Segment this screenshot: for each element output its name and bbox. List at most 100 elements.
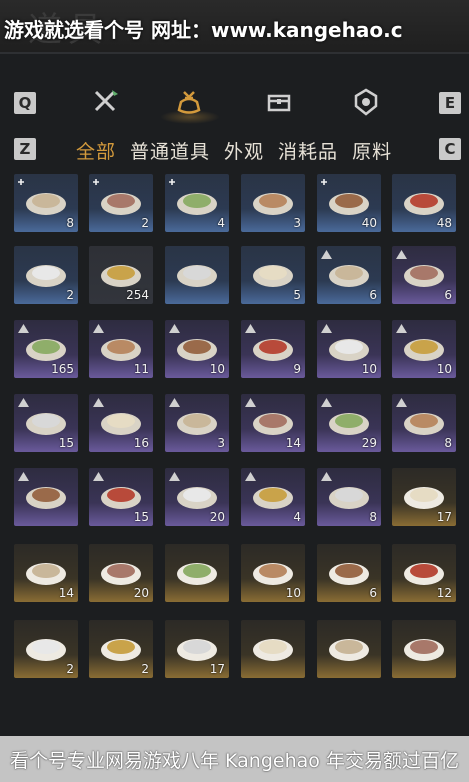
inventory-slot[interactable] xyxy=(165,246,229,304)
bamboo-scroll-icon xyxy=(177,639,217,661)
item-count: 4 xyxy=(293,510,301,524)
inventory-slot[interactable]: 8 xyxy=(392,394,456,452)
key-hint-c[interactable]: C xyxy=(439,138,461,160)
upgrade-arrow-icon xyxy=(18,472,29,481)
item-count: 3 xyxy=(293,216,301,230)
upgrade-arrow-icon xyxy=(245,324,256,333)
item-count: 20 xyxy=(133,586,149,600)
old-letter-icon xyxy=(329,639,369,661)
item-count: 16 xyxy=(133,436,149,450)
inventory-slot[interactable]: 2 xyxy=(89,174,153,232)
inventory-slot[interactable]: 40 xyxy=(317,174,381,232)
tab-consumables[interactable]: 消耗品 xyxy=(278,137,338,164)
inventory-slot[interactable] xyxy=(241,620,305,678)
crossed-swords-icon xyxy=(94,90,118,112)
inventory-slot[interactable]: 165 xyxy=(14,320,78,378)
item-count: 254 xyxy=(126,288,149,302)
inventory-slot[interactable]: 20 xyxy=(89,544,153,602)
mountain-emblem-icon xyxy=(26,265,66,287)
inventory-slot[interactable]: 17 xyxy=(392,468,456,526)
blue-rim-bowl-icon xyxy=(26,639,66,661)
upgrade-arrow-icon xyxy=(245,398,256,407)
treasure-map-icon xyxy=(404,639,444,661)
inventory-slot[interactable]: 15 xyxy=(89,468,153,526)
white-bowl-icon xyxy=(404,487,444,509)
category-items-tab[interactable] xyxy=(171,84,207,120)
item-count: 40 xyxy=(361,216,377,230)
inventory-slot[interactable] xyxy=(165,544,229,602)
inventory-slot[interactable]: 4 xyxy=(165,174,229,232)
tab-materials[interactable]: 原料 xyxy=(352,137,392,164)
watermark-top: 游戏就选看个号 网址：www.kangehao.c xyxy=(4,18,403,42)
inventory-slot[interactable]: 10 xyxy=(392,320,456,378)
inventory-slot[interactable] xyxy=(317,620,381,678)
upgrade-arrow-icon xyxy=(321,472,332,481)
upgrade-arrow-icon xyxy=(396,324,407,333)
upgrade-arrow-icon xyxy=(396,398,407,407)
bonus-plus-icon xyxy=(18,179,24,185)
inventory-slot[interactable]: 10 xyxy=(165,320,229,378)
inventory-slot[interactable]: 29 xyxy=(317,394,381,452)
inventory-slot[interactable]: 4 xyxy=(241,468,305,526)
inventory-slot[interactable]: 10 xyxy=(317,320,381,378)
inventory-slot[interactable]: 12 xyxy=(392,544,456,602)
inventory-slot[interactable]: 14 xyxy=(241,394,305,452)
item-count: 15 xyxy=(58,436,74,450)
inventory-slot[interactable]: 20 xyxy=(165,468,229,526)
upgrade-arrow-icon xyxy=(321,324,332,333)
inventory-slot[interactable]: 8 xyxy=(317,468,381,526)
footer-banner: 看个号专业网易游戏八年 Kangehao 年交易额过百亿 xyxy=(0,736,469,782)
tab-appearance[interactable]: 外观 xyxy=(224,137,264,164)
chest-icon xyxy=(267,94,291,112)
upgrade-arrow-icon xyxy=(18,398,29,407)
inventory-slot[interactable] xyxy=(14,468,78,526)
tab-common-items[interactable]: 普通道具 xyxy=(130,137,210,164)
item-count: 10 xyxy=(436,362,452,376)
bonus-plus-icon xyxy=(321,179,327,185)
category-chest-tab[interactable] xyxy=(261,84,297,120)
item-count: 165 xyxy=(51,362,74,376)
upgrade-arrow-icon xyxy=(169,324,180,333)
inventory-slot[interactable]: 11 xyxy=(89,320,153,378)
inventory-slot[interactable]: 48 xyxy=(392,174,456,232)
upgrade-arrow-icon xyxy=(18,324,29,333)
item-count: 6 xyxy=(369,288,377,302)
item-count: 8 xyxy=(66,216,74,230)
patterned-bowl-icon xyxy=(101,563,141,585)
item-count: 2 xyxy=(66,288,74,302)
inventory-slot[interactable]: 5 xyxy=(241,246,305,304)
inventory-slot[interactable]: 6 xyxy=(392,246,456,304)
item-count: 6 xyxy=(369,586,377,600)
key-hint-z[interactable]: Z xyxy=(14,138,36,160)
inventory-slot[interactable]: 3 xyxy=(241,174,305,232)
rooster-bowl-icon xyxy=(177,563,217,585)
inventory-slot[interactable]: 2 xyxy=(14,620,78,678)
spicy-dish-icon xyxy=(404,193,444,215)
porcelain-bowl-icon xyxy=(253,563,293,585)
inventory-slot[interactable]: 6 xyxy=(317,544,381,602)
inventory-slot[interactable] xyxy=(392,620,456,678)
inventory-slot[interactable]: 254 xyxy=(89,246,153,304)
inventory-slot[interactable]: 2 xyxy=(14,246,78,304)
key-hint-q[interactable]: Q xyxy=(14,92,36,114)
tab-all[interactable]: 全部 xyxy=(76,137,116,164)
item-count: 9 xyxy=(293,362,301,376)
inventory-slot[interactable]: 16 xyxy=(89,394,153,452)
upgrade-arrow-icon xyxy=(169,472,180,481)
inventory-slot[interactable]: 15 xyxy=(14,394,78,452)
inventory-slot[interactable]: 14 xyxy=(14,544,78,602)
inventory-slot[interactable]: 9 xyxy=(241,320,305,378)
upgrade-arrow-icon xyxy=(321,398,332,407)
rice-dumplings-icon xyxy=(253,265,293,287)
category-medal-tab[interactable] xyxy=(348,84,384,120)
inventory-slot[interactable]: 8 xyxy=(14,174,78,232)
key-hint-e[interactable]: E xyxy=(439,92,461,114)
inventory-slot[interactable]: 17 xyxy=(165,620,229,678)
category-equipment-tab[interactable] xyxy=(88,84,124,120)
item-count: 48 xyxy=(436,216,452,230)
inventory-slot[interactable]: 6 xyxy=(317,246,381,304)
inventory-slot[interactable]: 3 xyxy=(165,394,229,452)
inventory-slot[interactable]: 2 xyxy=(89,620,153,678)
upgrade-arrow-icon xyxy=(396,250,407,259)
inventory-slot[interactable]: 10 xyxy=(241,544,305,602)
